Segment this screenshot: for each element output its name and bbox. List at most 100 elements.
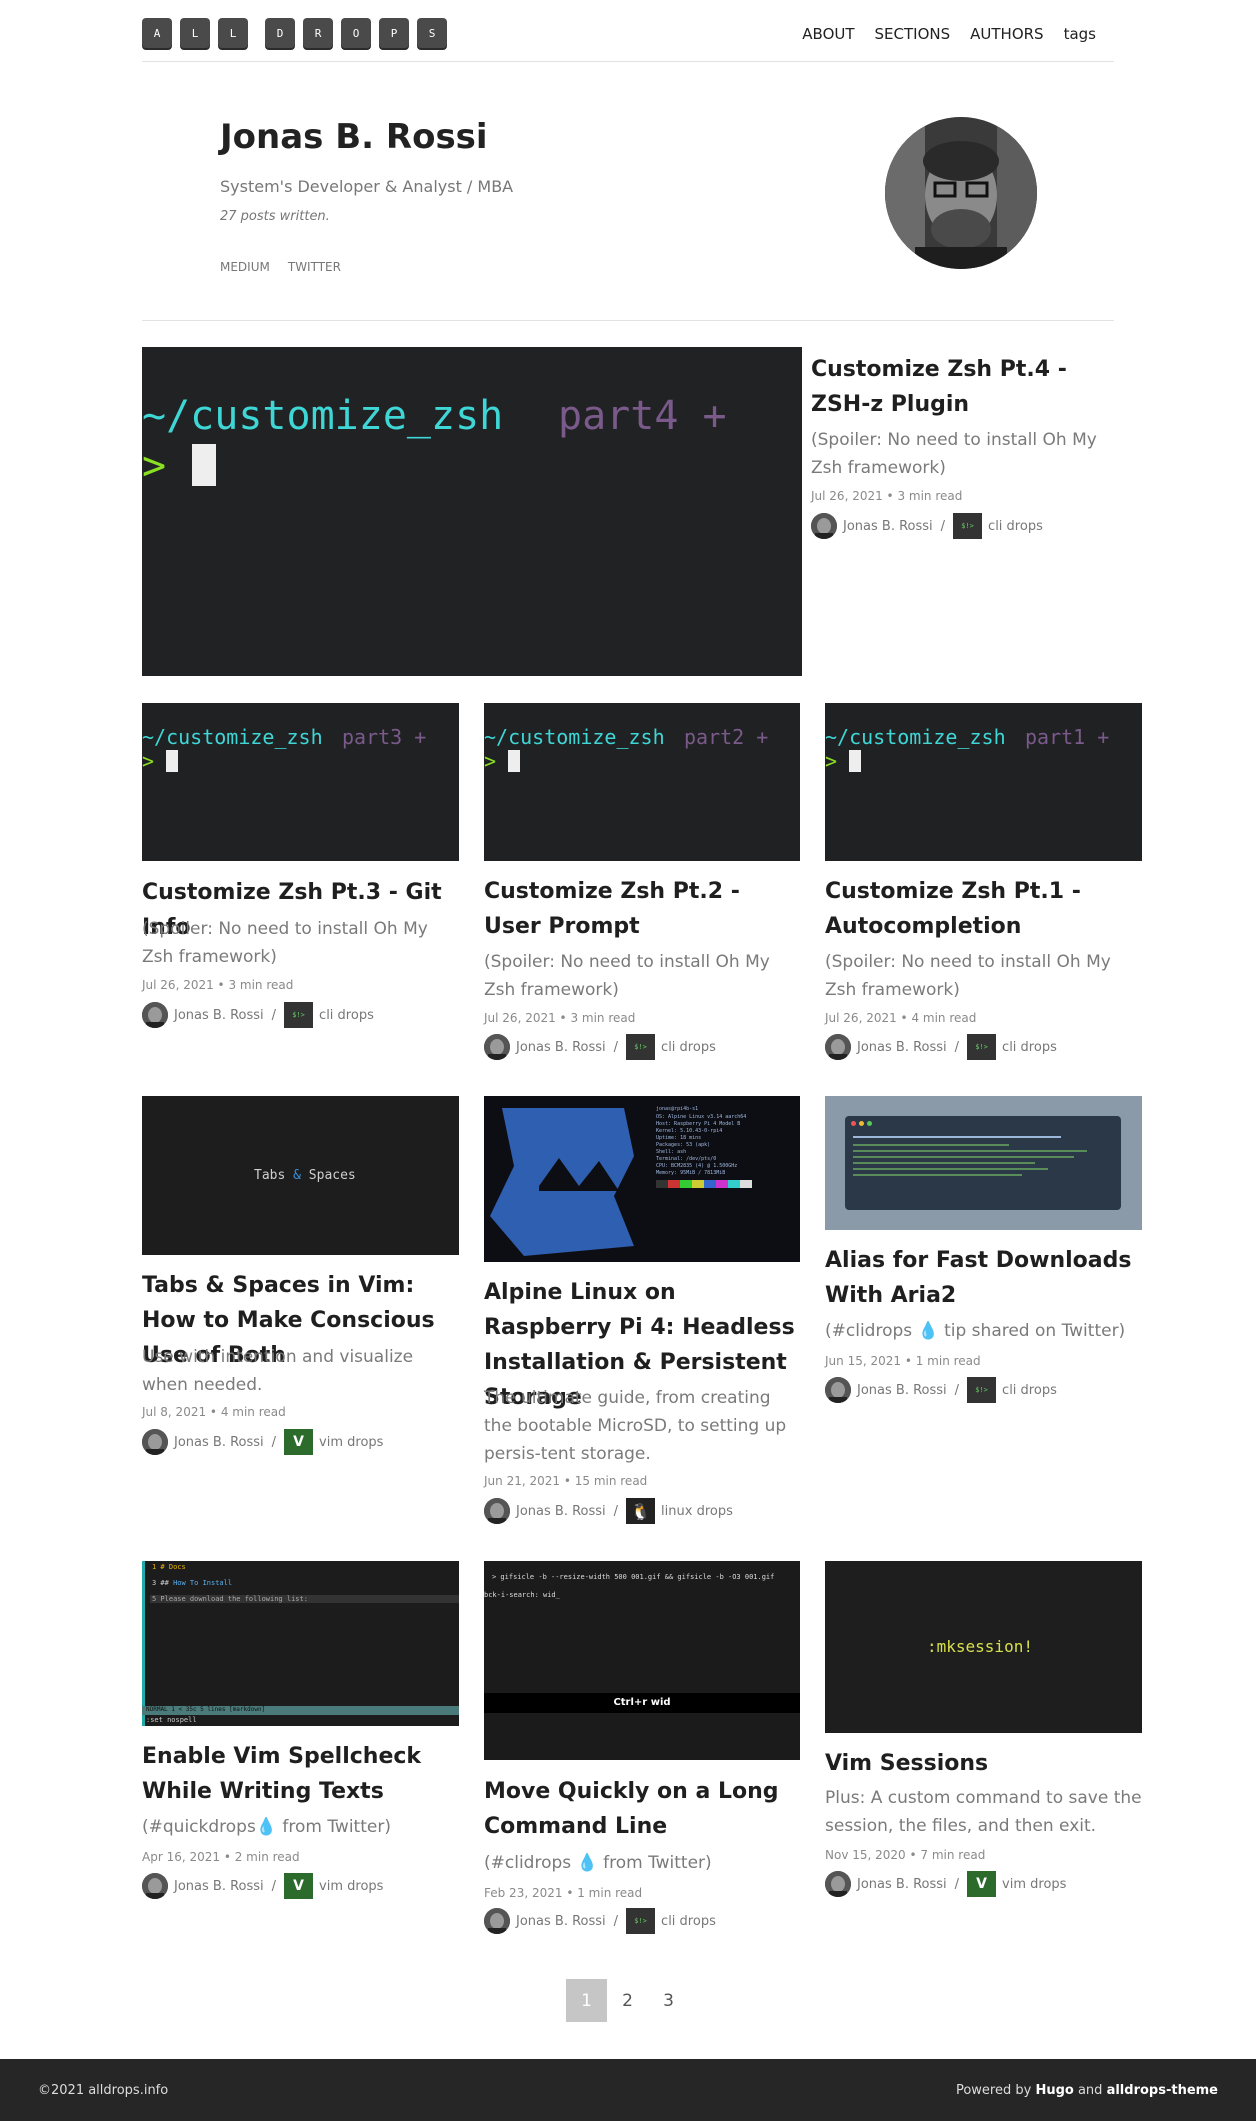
byline-section[interactable]: cli drops: [661, 1040, 716, 1055]
post-subtitle: (#clidrops 💧 tip shared on Twitter): [825, 1321, 1126, 1341]
author-avatar-small[interactable]: [142, 1873, 168, 1899]
logo-key: O: [341, 18, 371, 48]
nav-authors[interactable]: AUTHORS: [970, 25, 1043, 43]
post-meta: Apr 16, 2021 • 2 min read: [142, 1850, 300, 1864]
byline-author[interactable]: Jonas B. Rossi: [516, 1040, 606, 1055]
author-avatar-small[interactable]: [484, 1034, 510, 1060]
post-thumbnail[interactable]: ~/customize_zsh part3 + >: [142, 703, 459, 861]
author-avatar-small[interactable]: [142, 1002, 168, 1028]
post-thumbnail[interactable]: > gifsicle -b --resize-width 500 001.gif…: [484, 1561, 800, 1760]
byline-author[interactable]: Jonas B. Rossi: [857, 1877, 947, 1892]
vim-icon: V: [284, 1873, 314, 1899]
post-title[interactable]: Customize Zsh Pt.2 - User Prompt: [484, 874, 800, 944]
post-subtitle: Plus: A custom command to save the sessi…: [825, 1788, 1142, 1836]
post-thumbnail[interactable]: [825, 1096, 1142, 1230]
post-date: Apr 16, 2021: [142, 1850, 221, 1864]
theme-link[interactable]: alldrops-theme: [1107, 2083, 1218, 2098]
nav-tags[interactable]: tags: [1064, 25, 1096, 43]
post-byline: Jonas B. Rossi / $!> cli drops: [484, 1908, 716, 1934]
author-avatar-small[interactable]: [811, 513, 837, 539]
logo-key: S: [417, 18, 447, 48]
byline-author[interactable]: Jonas B. Rossi: [857, 1040, 947, 1055]
byline-section[interactable]: cli drops: [319, 1008, 374, 1023]
byline-author[interactable]: Jonas B. Rossi: [174, 1879, 264, 1894]
byline-section[interactable]: cli drops: [1002, 1040, 1057, 1055]
post-thumbnail[interactable]: jonas@rpi4b-s1 OS: Alpine Linux v3.14 aa…: [484, 1096, 800, 1262]
byline-author[interactable]: Jonas B. Rossi: [843, 519, 933, 534]
post-byline: Jonas B. Rossi / Vvim drops: [142, 1873, 383, 1899]
post-title[interactable]: Vim Sessions: [825, 1746, 1142, 1781]
top-bar: A L L D R O P S ABOUT SECTIONS AUTHORS t…: [142, 18, 1114, 62]
byline-section[interactable]: cli drops: [1002, 1383, 1057, 1398]
svg-text:Host: Raspberry Pi 4 Model B: Host: Raspberry Pi 4 Model B: [656, 1121, 740, 1127]
pagination: 1 2 3: [566, 1979, 689, 2022]
cursor-icon: [166, 750, 178, 772]
author-avatar-small[interactable]: [825, 1871, 851, 1897]
post-byline: Jonas B. Rossi / $!> cli drops: [484, 1034, 716, 1060]
post-thumbnail[interactable]: ~/customize_zsh part2 + >: [484, 703, 800, 861]
post-title[interactable]: Customize Zsh Pt.4 - ZSH-z Plugin: [811, 352, 1111, 422]
site-logo[interactable]: A L L D R O P S: [142, 18, 455, 48]
nav-sections[interactable]: SECTIONS: [875, 25, 951, 43]
thumb-part: part3 +: [342, 725, 427, 749]
cli-icon: $!>: [626, 1034, 656, 1060]
cli-icon: $!>: [284, 1002, 314, 1028]
author-avatar-small[interactable]: [825, 1377, 851, 1403]
byline-section[interactable]: cli drops: [661, 1914, 716, 1929]
post-byline: Jonas B. Rossi / Vvim drops: [142, 1429, 383, 1455]
cli-icon: $!>: [626, 1908, 656, 1934]
author-profile: Jonas B. Rossi System's Developer & Anal…: [142, 62, 1114, 321]
byline-section[interactable]: vim drops: [319, 1435, 383, 1450]
byline-section[interactable]: linux drops: [661, 1504, 733, 1519]
logo-key: A: [142, 18, 172, 48]
byline-section[interactable]: cli drops: [988, 519, 1043, 534]
byline-author[interactable]: Jonas B. Rossi: [516, 1914, 606, 1929]
nav-about[interactable]: ABOUT: [802, 25, 854, 43]
thumb-caption: Ctrl+r wid: [613, 1697, 671, 1708]
post-read-time: 3 min read: [570, 1011, 636, 1025]
post-byline: Jonas B. Rossi / $!> cli drops: [142, 1002, 374, 1028]
byline-author[interactable]: Jonas B. Rossi: [516, 1504, 606, 1519]
byline-author[interactable]: Jonas B. Rossi: [174, 1008, 264, 1023]
copyright: ©2021 alldrops.info: [38, 2083, 169, 2098]
author-avatar-small[interactable]: [484, 1908, 510, 1934]
post-read-time: 1 min read: [915, 1354, 981, 1368]
thumb-search: bck-i-search: wid_: [484, 1591, 560, 1599]
byline-section[interactable]: vim drops: [319, 1879, 383, 1894]
post-date: Jul 8, 2021: [142, 1405, 207, 1419]
post-thumbnail[interactable]: 1 # Docs 3 ## How To Install 5 Please do…: [142, 1561, 459, 1726]
post-title[interactable]: Alias for Fast Downloads With Aria2: [825, 1243, 1142, 1313]
post-thumbnail[interactable]: Tabs & Spaces: [142, 1096, 459, 1255]
hugo-link[interactable]: Hugo: [1035, 2083, 1073, 2098]
thumb-part: part1 +: [1025, 725, 1110, 749]
byline-author[interactable]: Jonas B. Rossi: [174, 1435, 264, 1450]
post-thumbnail[interactable]: :mksession!: [825, 1561, 1142, 1733]
medium-link[interactable]: MEDIUM: [220, 260, 270, 274]
author-role: System's Developer & Analyst / MBA: [220, 177, 514, 196]
logo-key: D: [265, 18, 295, 48]
post-title[interactable]: Enable Vim Spellcheck While Writing Text…: [142, 1739, 459, 1809]
post-title[interactable]: Move Quickly on a Long Command Line: [484, 1774, 800, 1844]
author-avatar-small[interactable]: [484, 1498, 510, 1524]
vim-icon: V: [967, 1871, 997, 1897]
page-2[interactable]: 2: [607, 1979, 648, 2022]
page-1[interactable]: 1: [566, 1979, 607, 2022]
page-3[interactable]: 3: [648, 1979, 689, 2022]
post-subtitle: (#quickdrops💧 from Twitter): [142, 1817, 391, 1837]
post-thumbnail[interactable]: ~/customize_zsh part1 + >: [825, 703, 1142, 861]
author-avatar-small[interactable]: [825, 1034, 851, 1060]
twitter-link[interactable]: TWITTER: [288, 260, 341, 274]
byline-author[interactable]: Jonas B. Rossi: [857, 1383, 947, 1398]
post-read-time: 4 min read: [220, 1405, 286, 1419]
window-dots: [851, 1121, 872, 1126]
logo-key: L: [180, 18, 210, 48]
post-subtitle: (#clidrops 💧 from Twitter): [484, 1853, 712, 1873]
svg-text:Shell: ash: Shell: ash: [656, 1149, 686, 1155]
post-title[interactable]: Customize Zsh Pt.1 - Autocompletion: [825, 874, 1125, 944]
post-subtitle: (Spoiler: No need to install Oh My Zsh f…: [142, 919, 428, 967]
post-thumbnail[interactable]: ~/customize_zsh part4 + >: [142, 347, 802, 676]
post-byline: Jonas B. Rossi / $!> cli drops: [811, 513, 1043, 539]
byline-section[interactable]: vim drops: [1002, 1877, 1066, 1892]
author-avatar-small[interactable]: [142, 1429, 168, 1455]
post-byline: Jonas B. Rossi / 🐧 linux drops: [484, 1498, 733, 1524]
